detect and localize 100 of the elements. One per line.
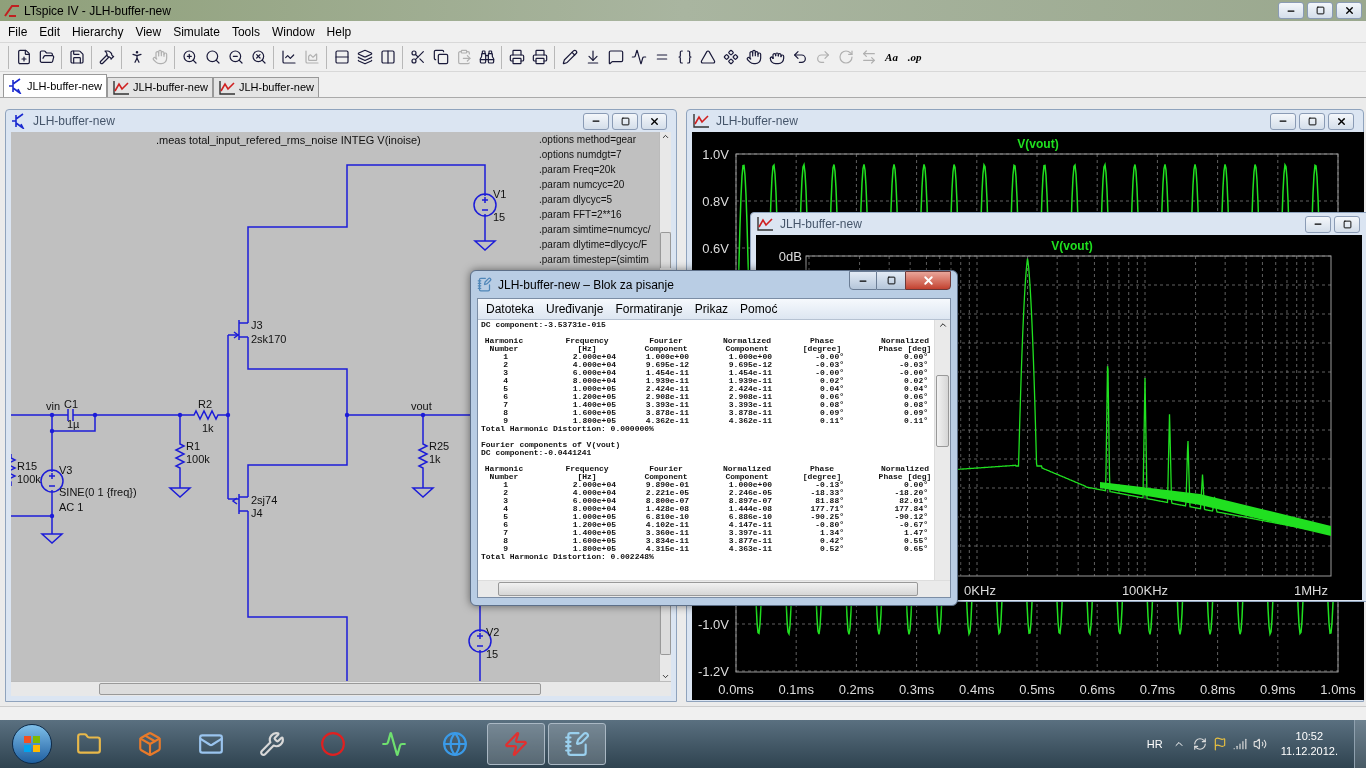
table-cell-text: 81.88° [814,497,845,505]
column-header: Phase [810,337,834,345]
table-cell-text: 1.000e+00 [728,353,773,361]
table-cell-text: 6 [502,393,509,401]
column-header: [degree] [802,473,842,481]
table-cell-text: 6.000e+04 [571,369,617,377]
table-cell-text: 2.908e-11 [727,393,773,401]
axis-tick-label: 0.8V [702,194,729,209]
menu-item[interactable]: Help [320,22,358,41]
table-cell-text: 1.400e+05 [571,401,617,409]
table-cell-text: 0.42° [819,537,845,545]
axis-tick-label: -1.0V [697,617,729,632]
table-cell-text: 2 [502,361,509,369]
menu-item[interactable]: Pomoć [735,300,783,318]
table-cell-text: 1.000e+00 [728,481,773,489]
table-cell-text: 1.47° [903,529,929,537]
component-value: 2sk170 [251,333,287,345]
document-tab[interactable]: JLH-buffer-new [3,74,107,97]
text-line: DC component:-3.53731e-015 [481,321,607,329]
spice-directive: .param numcyc=20 [539,179,625,190]
table-cell-text: -0.13° [815,481,845,489]
table-cell-text: 1.000e+00 [644,353,690,361]
table-cell-text: 8 [502,537,509,545]
menu-item[interactable]: File [2,22,34,41]
table-cell-text: 0.11° [903,417,929,425]
axis-tick-label: 1.0ms [1320,682,1356,697]
net-label: vin [46,400,61,412]
table-cell-text: -0.80° [814,521,845,529]
toolbar-button[interactable]: Aa [880,45,903,69]
menu-item[interactable]: Uređivanje [541,300,609,318]
menu-item[interactable]: Tools [225,22,266,41]
table-cell-text: 9 [502,417,509,425]
table-cell-text: 0.06° [903,393,929,401]
table-cell-text: 4.000e+04 [571,489,617,497]
menu-item[interactable]: Simulate [167,22,226,41]
menu-item[interactable]: Datoteka [481,300,540,318]
trace-name: V(vout) [1051,239,1093,253]
component-name: V1 [493,188,507,200]
table-cell-text: 4.362e-11 [727,417,773,425]
table-cell-text: 1.000e+05 [571,385,617,393]
column-header: [Hz] [577,473,597,481]
table-cell-text: 4.102e-11 [644,521,690,529]
component-name: R15 [17,460,38,472]
table-cell-text: 9 [502,545,509,553]
table-cell-text: 82.01° [898,497,929,505]
column-header: Component [644,473,688,481]
component-value: 1k [202,422,214,434]
table-cell-text: 0.55° [903,537,929,545]
table-cell-text: 1.800e+05 [571,417,617,425]
window-title: JLH-buffer-new [716,113,798,130]
app-title: LTspice IV - JLH-buffer-new [24,2,171,20]
clock-date[interactable]: 11.12.2012. [1280,744,1338,759]
component-name: V2 [486,626,500,638]
toolbar-button[interactable]: .op [903,45,926,69]
table-cell-text: 3.877e-11 [727,537,773,545]
axis-tick-label: 0.1ms [778,682,814,697]
table-cell-text: 4.000e+04 [571,361,617,369]
component-value: SINE(0 1 {freq}) [59,486,137,498]
component-name: R1 [186,440,201,452]
table-cell-text: 3.393e-11 [644,401,690,409]
table-cell-text: 2.246e-05 [727,489,773,497]
menu-item[interactable]: Hierarchy [66,22,130,41]
table-cell-text: 177.84° [893,505,929,513]
table-cell-text: -0.03° [814,361,845,369]
table-cell-text: 9.890e-01 [644,481,690,489]
component-value: 100k [186,453,210,465]
column-header: Number [489,473,519,481]
table-cell-text: 4.362e-11 [644,417,690,425]
table-cell-text: 6.000e+04 [571,497,617,505]
component-value: 2sj74 [251,494,278,506]
table-cell-text: 5 [502,513,509,521]
table-cell-text: -0.00° [898,369,929,377]
component-name: V3 [59,464,73,476]
menu-item[interactable]: Window [265,22,321,41]
document-tab[interactable]: JLH-buffer-new [213,77,319,97]
menu-item[interactable]: View [129,22,168,41]
axis-tick-label: 0KHz [964,583,996,598]
column-header: Phase [deg] [878,345,932,353]
table-cell-text: 8.000e+04 [571,377,617,385]
column-header: Normalized [723,337,771,345]
table-cell-text: 0.09° [903,409,929,417]
table-cell-text: 3 [502,497,509,505]
table-cell-text: 3.834e-11 [644,537,690,545]
document-tab[interactable]: JLH-buffer-new [107,77,213,97]
spice-directive: .meas total_input_refered_rms_noise INTEG V(inoise) [156,134,421,146]
menu-item[interactable]: Edit [33,22,67,41]
menu-item[interactable]: Formatiranje [610,300,688,318]
table-cell-text: 177.71° [809,505,845,513]
table-cell-text: 4.147e-11 [727,521,773,529]
menu-item[interactable]: Prikaz [689,300,734,318]
table-cell-text: 9.695e-12 [644,361,690,369]
column-header: Frequency [565,337,609,345]
table-cell-text: 1 [502,481,509,489]
trace-name: V(vout) [1017,137,1059,151]
language-indicator[interactable]: HR [1146,735,1163,753]
column-header: Fourier [649,337,683,345]
window-title: JLH-buffer-new [33,113,115,130]
clock-time[interactable]: 10:52 [1295,729,1324,744]
table-cell-text: 3.878e-11 [644,409,690,417]
axis-tick-label: 0.8ms [1199,682,1236,697]
